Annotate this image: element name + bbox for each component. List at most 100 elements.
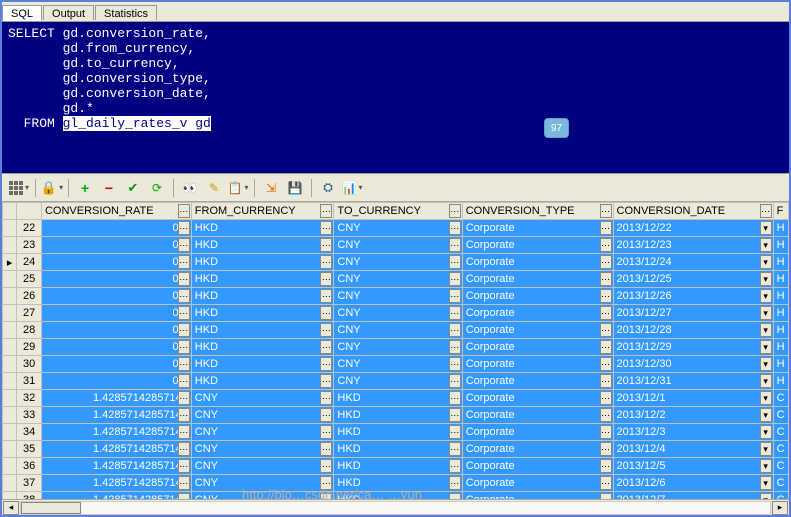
cell-next[interactable]: C — [773, 390, 788, 407]
table-row[interactable]: 250.7HKDCNYCorporate2013/12/25H — [3, 271, 789, 288]
col-header-next[interactable]: F — [773, 203, 788, 220]
cell-picker-icon[interactable] — [178, 476, 190, 490]
cell-picker-icon[interactable] — [449, 221, 461, 235]
cell-picker-icon[interactable] — [449, 476, 461, 490]
cell-picker-icon[interactable] — [178, 340, 190, 354]
cell-conversion-date[interactable]: 2013/12/27 — [613, 305, 773, 322]
cell-picker-icon[interactable] — [449, 272, 461, 286]
cell-to-currency[interactable]: CNY — [334, 288, 462, 305]
save-results-button[interactable]: 💾 — [284, 177, 306, 199]
cell-conversion-date[interactable]: 2013/12/29 — [613, 339, 773, 356]
cell-from-currency[interactable]: HKD — [191, 322, 334, 339]
col-picker-icon[interactable] — [178, 204, 190, 218]
copy-button[interactable]: 📋 — [227, 177, 249, 199]
date-picker-icon[interactable] — [760, 459, 772, 473]
cell-picker-icon[interactable] — [600, 391, 612, 405]
cell-next[interactable]: H — [773, 339, 788, 356]
cell-next[interactable]: C — [773, 458, 788, 475]
cell-picker-icon[interactable] — [449, 391, 461, 405]
cell-picker-icon[interactable] — [600, 357, 612, 371]
cell-conversion-rate[interactable]: 0.7 — [41, 288, 191, 305]
date-picker-icon[interactable] — [760, 323, 772, 337]
cell-to-currency[interactable]: CNY — [334, 237, 462, 254]
cell-to-currency[interactable]: HKD — [334, 492, 462, 500]
commit-button[interactable]: ✔ — [122, 177, 144, 199]
cell-next[interactable]: C — [773, 441, 788, 458]
col-header-conversion-type[interactable]: CONVERSION_TYPE — [462, 203, 613, 220]
table-row[interactable]: 280.7HKDCNYCorporate2013/12/28H — [3, 322, 789, 339]
cell-picker-icon[interactable] — [178, 323, 190, 337]
cell-next[interactable]: C — [773, 475, 788, 492]
cell-picker-icon[interactable] — [449, 493, 461, 499]
cell-from-currency[interactable]: CNY — [191, 441, 334, 458]
cell-next[interactable]: C — [773, 407, 788, 424]
cell-picker-icon[interactable] — [449, 408, 461, 422]
col-header-to-currency[interactable]: TO_CURRENCY — [334, 203, 462, 220]
cell-conversion-type[interactable]: Corporate — [462, 492, 613, 500]
table-row[interactable]: 321.42857142857143CNYHKDCorporate2013/12… — [3, 390, 789, 407]
cell-picker-icon[interactable] — [178, 357, 190, 371]
table-row[interactable]: 260.7HKDCNYCorporate2013/12/26H — [3, 288, 789, 305]
col-picker-icon[interactable] — [760, 204, 772, 218]
cell-from-currency[interactable]: HKD — [191, 237, 334, 254]
cell-conversion-rate[interactable]: 1.42857142857143 — [41, 424, 191, 441]
cell-picker-icon[interactable] — [178, 425, 190, 439]
table-row[interactable]: 270.7HKDCNYCorporate2013/12/27H — [3, 305, 789, 322]
cell-conversion-type[interactable]: Corporate — [462, 390, 613, 407]
table-row[interactable]: 351.42857142857143CNYHKDCorporate2013/12… — [3, 441, 789, 458]
cell-from-currency[interactable]: HKD — [191, 288, 334, 305]
cell-from-currency[interactable]: CNY — [191, 424, 334, 441]
cell-picker-icon[interactable] — [320, 289, 332, 303]
cell-conversion-rate[interactable]: 0.7 — [41, 339, 191, 356]
cell-next[interactable]: H — [773, 373, 788, 390]
cell-picker-icon[interactable] — [178, 221, 190, 235]
cell-picker-icon[interactable] — [449, 374, 461, 388]
cell-to-currency[interactable]: HKD — [334, 458, 462, 475]
grid-view-button[interactable] — [8, 177, 30, 199]
cell-picker-icon[interactable] — [178, 391, 190, 405]
col-picker-icon[interactable] — [449, 204, 461, 218]
cell-conversion-date[interactable]: 2013/12/22 — [613, 220, 773, 237]
col-picker-icon[interactable] — [320, 204, 332, 218]
cell-to-currency[interactable]: CNY — [334, 271, 462, 288]
cell-picker-icon[interactable] — [600, 289, 612, 303]
cell-picker-icon[interactable] — [320, 425, 332, 439]
date-picker-icon[interactable] — [760, 221, 772, 235]
sql-editor[interactable]: SELECT gd.conversion_rate, gd.from_curre… — [2, 22, 789, 174]
cell-picker-icon[interactable] — [449, 425, 461, 439]
table-row[interactable]: 230.7HKDCNYCorporate2013/12/23H — [3, 237, 789, 254]
date-picker-icon[interactable] — [760, 374, 772, 388]
cell-picker-icon[interactable] — [600, 340, 612, 354]
cell-conversion-date[interactable]: 2013/12/25 — [613, 271, 773, 288]
table-row[interactable]: 371.42857142857143CNYHKDCorporate2013/12… — [3, 475, 789, 492]
date-picker-icon[interactable] — [760, 425, 772, 439]
cell-picker-icon[interactable] — [600, 408, 612, 422]
cell-to-currency[interactable]: CNY — [334, 373, 462, 390]
cell-picker-icon[interactable] — [449, 357, 461, 371]
col-picker-icon[interactable] — [600, 204, 612, 218]
cell-picker-icon[interactable] — [178, 442, 190, 456]
cell-picker-icon[interactable] — [600, 425, 612, 439]
col-header-from-currency[interactable]: FROM_CURRENCY — [191, 203, 334, 220]
cell-picker-icon[interactable] — [178, 289, 190, 303]
cell-picker-icon[interactable] — [600, 272, 612, 286]
cell-from-currency[interactable]: CNY — [191, 475, 334, 492]
cell-picker-icon[interactable] — [178, 408, 190, 422]
cell-picker-icon[interactable] — [178, 238, 190, 252]
table-row[interactable]: 300.7HKDCNYCorporate2013/12/30H — [3, 356, 789, 373]
cell-from-currency[interactable]: CNY — [191, 407, 334, 424]
cell-conversion-type[interactable]: Corporate — [462, 305, 613, 322]
cell-picker-icon[interactable] — [320, 306, 332, 320]
cell-picker-icon[interactable] — [600, 306, 612, 320]
cell-conversion-type[interactable]: Corporate — [462, 322, 613, 339]
cell-from-currency[interactable]: HKD — [191, 373, 334, 390]
tab-sql[interactable]: SQL — [2, 5, 42, 21]
cell-picker-icon[interactable] — [449, 238, 461, 252]
table-row[interactable]: 341.42857142857143CNYHKDCorporate2013/12… — [3, 424, 789, 441]
cell-picker-icon[interactable] — [320, 408, 332, 422]
table-row[interactable]: ▸240.7HKDCNYCorporate2013/12/24H — [3, 254, 789, 271]
cell-conversion-date[interactable]: 2013/12/4 — [613, 441, 773, 458]
cell-to-currency[interactable]: CNY — [334, 254, 462, 271]
cell-from-currency[interactable]: CNY — [191, 390, 334, 407]
cell-picker-icon[interactable] — [178, 306, 190, 320]
